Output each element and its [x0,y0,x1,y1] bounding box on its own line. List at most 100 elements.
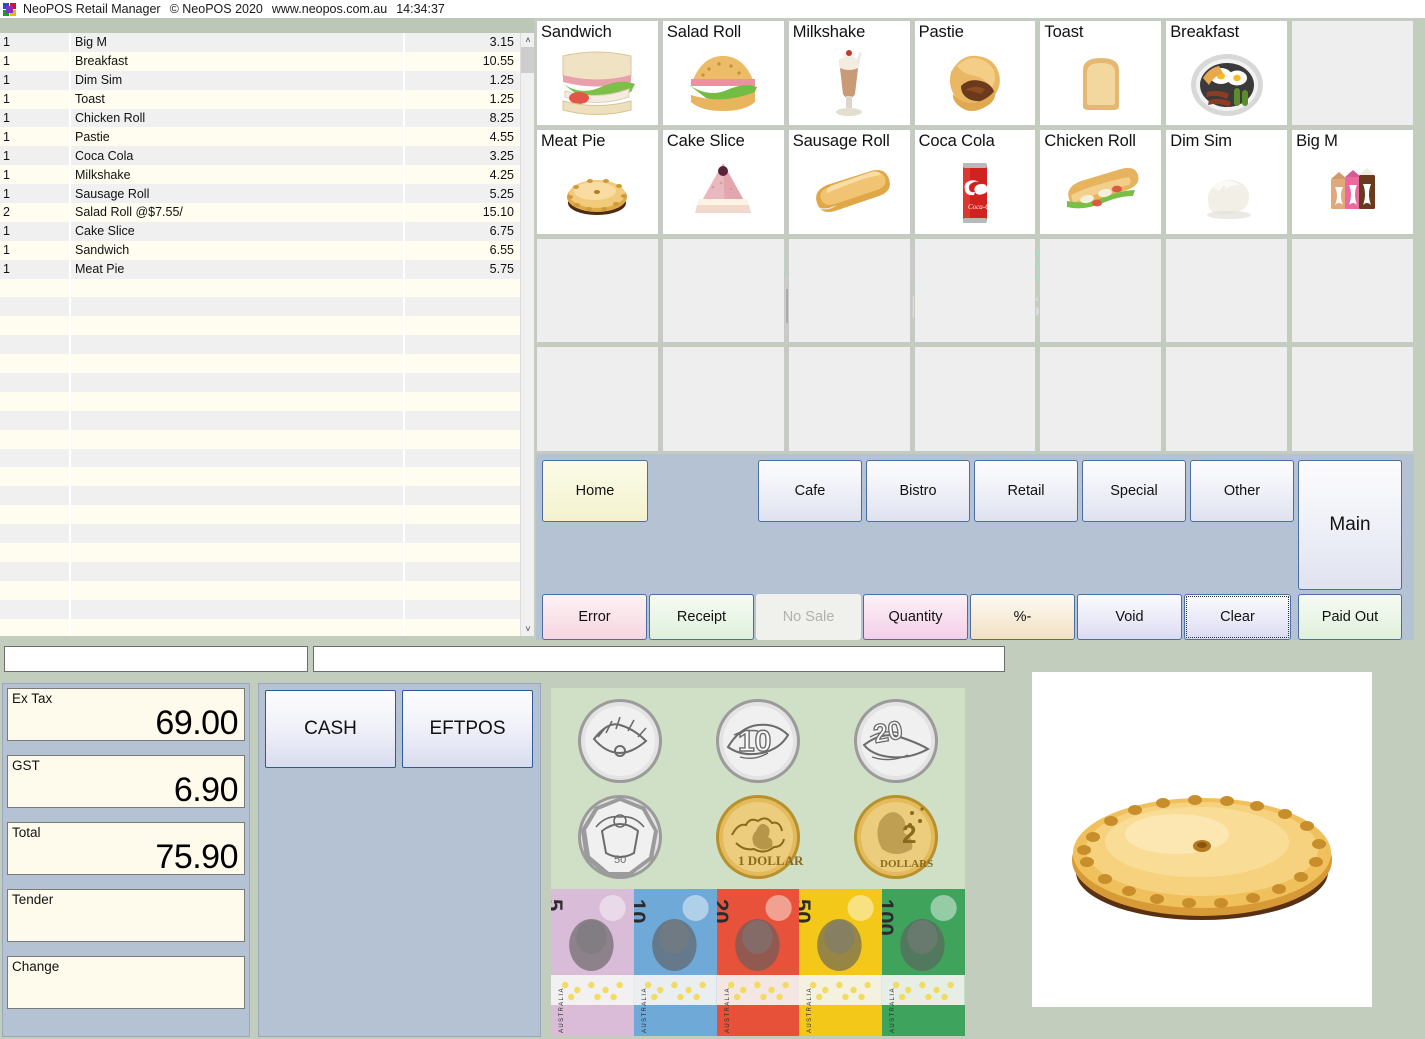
table-row[interactable]: 1Cake Slice6.75 [0,222,520,241]
table-row[interactable]: 1Big M3.15 [0,33,520,52]
table-row[interactable] [0,392,520,411]
category-button-cafe[interactable]: Cafe [758,460,862,522]
scrollbar-thumb[interactable] [521,47,535,73]
table-row[interactable]: 1Pastie4.55 [0,127,520,146]
coca-cola-icon: Coca-Cola [915,156,1036,232]
barcode-input[interactable] [5,647,307,671]
table-row[interactable] [0,486,520,505]
percent--button[interactable]: %- [970,594,1075,640]
scroll-down-arrow-icon[interactable]: ˅ [521,622,535,636]
table-row[interactable] [0,524,520,543]
category-button-retail[interactable]: Retail [974,460,1078,522]
table-row[interactable] [0,297,520,316]
table-row[interactable] [0,449,520,468]
product-button-empty[interactable] [788,238,911,344]
table-row[interactable]: 1Sandwich6.55 [0,241,520,260]
void-button[interactable]: Void [1077,594,1182,640]
clear-button[interactable]: Clear [1184,594,1291,640]
product-button-sandwich[interactable]: Sandwich [536,20,659,126]
table-row[interactable] [0,373,520,392]
row-qty [0,486,71,505]
table-row[interactable] [0,581,520,600]
row-price [405,373,520,392]
product-button-coca-cola[interactable]: Coca ColaCoca-Cola [914,129,1037,235]
table-row[interactable] [0,600,520,619]
table-row[interactable] [0,619,520,636]
table-row[interactable] [0,562,520,581]
row-qty: 1 [0,71,71,90]
scroll-up-arrow-icon[interactable]: ˄ [521,33,535,47]
table-row[interactable] [0,335,520,354]
product-button-empty[interactable] [662,238,785,344]
product-button-salad-roll[interactable]: Salad Roll [662,20,785,126]
product-button-empty[interactable] [1165,238,1288,344]
barcode-input-wrapper[interactable] [4,646,308,672]
table-row[interactable] [0,279,520,298]
product-button-toast[interactable]: Toast [1039,20,1162,126]
row-qty: 1 [0,109,71,128]
table-row[interactable] [0,467,520,486]
cash-button[interactable]: CASH [265,690,396,768]
table-row[interactable]: 1Chicken Roll8.25 [0,109,520,128]
product-button-empty[interactable] [536,238,659,344]
row-qty: 1 [0,90,71,109]
total-value: 69.00 [155,706,238,742]
table-row[interactable] [0,354,520,373]
two-dollar-coin: 2DOLLARS [850,791,942,888]
category-button-other[interactable]: Other [1190,460,1294,522]
description-input-wrapper[interactable] [313,646,1005,672]
product-button-empty[interactable] [1291,20,1414,126]
category-button-special[interactable]: Special [1082,460,1186,522]
product-button-sausage-roll[interactable]: Sausage Roll [788,129,911,235]
product-button-pastie[interactable]: Pastie [914,20,1037,126]
error-button[interactable]: Error [542,594,647,640]
table-row[interactable]: 1Milkshake4.25 [0,165,520,184]
product-button-empty[interactable] [914,238,1037,344]
product-button-cake-slice[interactable]: Cake Slice [662,129,785,235]
receipt-button[interactable]: Receipt [649,594,754,640]
table-row[interactable] [0,543,520,562]
description-input[interactable] [314,647,1004,671]
table-row[interactable] [0,505,520,524]
eftpos-button[interactable]: EFTPOS [402,690,533,768]
row-price [405,619,520,636]
home-button[interactable]: Home [542,460,648,522]
table-row[interactable]: 1Dim Sim1.25 [0,71,520,90]
transaction-list-scrollbar[interactable]: ˄ ˅ [520,33,535,636]
table-row[interactable]: 1Toast1.25 [0,90,520,109]
fifty-dollar-note: 50AUSTRALIA [799,889,882,1036]
table-row[interactable]: 1Meat Pie5.75 [0,260,520,279]
product-button-empty[interactable] [914,346,1037,452]
product-button-empty[interactable] [1165,346,1288,452]
product-button-dim-sim[interactable]: Dim Sim [1165,129,1288,235]
row-price [405,543,520,562]
table-row[interactable] [0,316,520,335]
table-row[interactable]: 1Breakfast10.55 [0,52,520,71]
product-button-milkshake[interactable]: Milkshake [788,20,911,126]
table-row[interactable] [0,411,520,430]
paid-out-button[interactable]: Paid Out [1298,594,1402,640]
product-button-empty[interactable] [662,346,785,452]
table-row[interactable]: 2Salad Roll @$7.55/15.10 [0,203,520,222]
quantity-button[interactable]: Quantity [863,594,968,640]
product-button-breakfast[interactable]: Breakfast [1165,20,1288,126]
product-button-empty[interactable] [1291,346,1414,452]
product-button-grid[interactable]: SandwichSalad RollMilkshakePastieToastBr… [536,20,1414,452]
product-button-empty[interactable] [536,346,659,452]
product-button-empty[interactable] [1039,238,1162,344]
category-button-bistro[interactable]: Bistro [866,460,970,522]
table-row[interactable]: 1Sausage Roll5.25 [0,184,520,203]
table-row[interactable] [0,430,520,449]
product-button-empty[interactable] [788,346,911,452]
svg-text:AUSTRALIA: AUSTRALIA [559,987,565,1033]
main-category-button[interactable]: Main [1298,460,1402,590]
product-button-empty[interactable] [1291,238,1414,344]
transaction-list[interactable]: 1Big M3.151Breakfast10.551Dim Sim1.251To… [0,33,520,636]
product-button-big-m[interactable]: Big M [1291,129,1414,235]
total-field-gst: GST6.90 [7,755,245,808]
product-button-meat-pie[interactable]: Meat Pie [536,129,659,235]
product-button-empty[interactable] [1039,346,1162,452]
table-row[interactable]: 1Coca Cola3.25 [0,146,520,165]
product-button-chicken-roll[interactable]: Chicken Roll [1039,129,1162,235]
website-link[interactable]: www.neopos.com.au [272,2,387,16]
